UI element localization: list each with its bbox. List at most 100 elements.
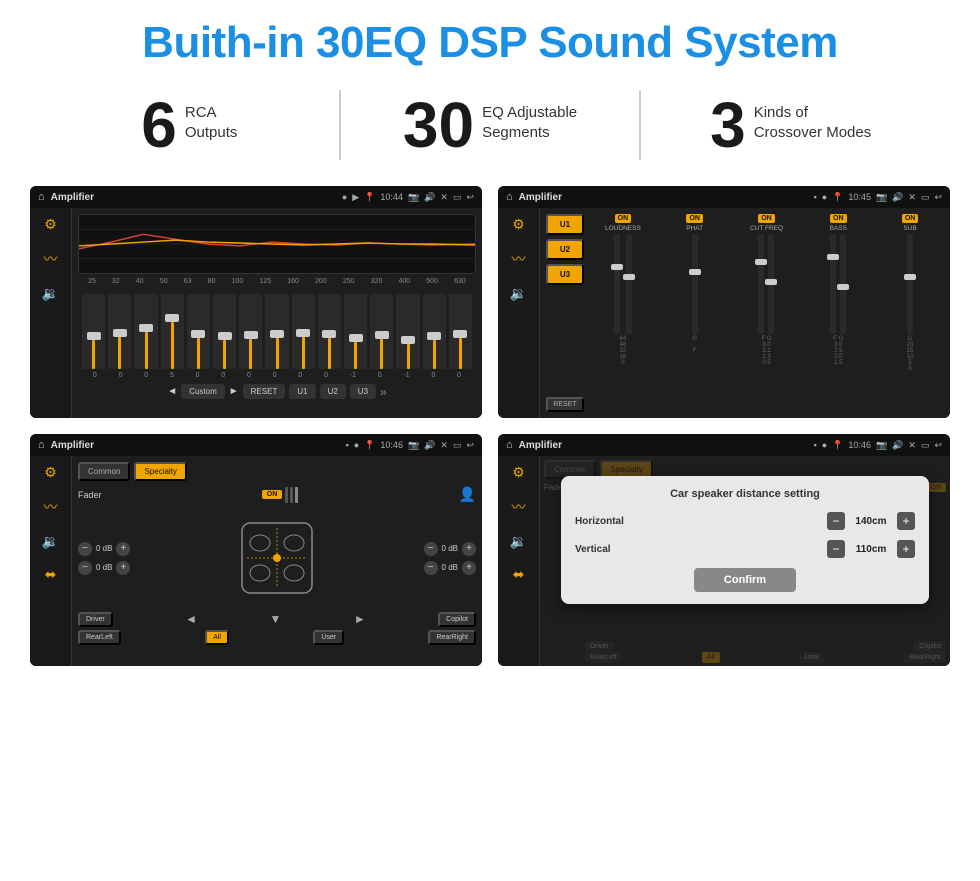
- crossover-u2-btn[interactable]: U2: [546, 239, 584, 260]
- eq-slider-1[interactable]: [108, 294, 131, 369]
- sub-slider[interactable]: [907, 234, 913, 334]
- eq-slider-0[interactable]: [82, 294, 105, 369]
- user-btn[interactable]: User: [313, 630, 344, 645]
- bass-slider-2[interactable]: [840, 234, 846, 334]
- cutfreq-slider-1[interactable]: [758, 234, 764, 334]
- fader-on-btn[interactable]: ON: [262, 490, 283, 499]
- crossover-back[interactable]: ↩: [934, 192, 942, 203]
- fader-arrow-icon[interactable]: ⬌: [45, 566, 57, 583]
- eq-slider-4[interactable]: [187, 294, 210, 369]
- eq-slider-7[interactable]: [265, 294, 288, 369]
- arrow-down-icon[interactable]: ▼: [269, 612, 281, 627]
- eq-main: 253240506380100125160200250320400500630 …: [72, 208, 482, 418]
- dialog-vertical-plus[interactable]: +: [897, 540, 915, 558]
- crossover-u3-btn[interactable]: U3: [546, 264, 584, 285]
- sub-on-btn[interactable]: ON: [902, 214, 919, 223]
- channel-sub: ON SUB G20151050: [876, 214, 944, 412]
- confirm-button[interactable]: Confirm: [694, 568, 796, 592]
- eq-slider-14[interactable]: [449, 294, 472, 369]
- crossover-vol-icon[interactable]: 🔉: [510, 285, 527, 302]
- eq-sidebar-wave-icon[interactable]: 〰: [44, 249, 58, 269]
- loudness-slider-2[interactable]: [626, 234, 632, 334]
- dialog-filter-icon[interactable]: ⚙: [512, 464, 525, 481]
- eq-slider-12[interactable]: [396, 294, 419, 369]
- loudness-on-btn[interactable]: ON: [615, 214, 632, 223]
- eq-reset-btn[interactable]: RESET: [243, 384, 286, 399]
- fader-tab-specialty[interactable]: Specialty: [134, 462, 186, 481]
- dialog-arrow-icon[interactable]: ⬌: [513, 566, 525, 583]
- db-plus-bl[interactable]: +: [116, 561, 130, 575]
- speaker-left-controls: − 0 dB + − 0 dB +: [78, 542, 130, 575]
- db-val-bl: 0 dB: [96, 563, 112, 572]
- db-minus-bl[interactable]: −: [78, 561, 92, 575]
- driver-btn[interactable]: Driver: [78, 612, 113, 627]
- eq-back-icon[interactable]: ↩: [466, 192, 474, 203]
- db-plus-tr[interactable]: +: [462, 542, 476, 556]
- eq-more-icon[interactable]: »: [380, 385, 387, 399]
- crossover-wave-icon[interactable]: 〰: [512, 249, 526, 269]
- eq-prev-icon[interactable]: ◄: [167, 386, 177, 397]
- eq-next-icon[interactable]: ►: [229, 386, 239, 397]
- arrow-left-icon[interactable]: ◄: [185, 612, 197, 627]
- eq-fill-9: [328, 338, 331, 369]
- eq-slider-5[interactable]: [213, 294, 236, 369]
- crossover-home-icon[interactable]: ⌂: [506, 191, 513, 203]
- db-minus-tr[interactable]: −: [424, 542, 438, 556]
- eq-slider-3[interactable]: [161, 294, 184, 369]
- eq-slider-10[interactable]: [344, 294, 367, 369]
- rearright-btn[interactable]: RearRight: [428, 630, 476, 645]
- fader-vol-icon[interactable]: 🔉: [42, 533, 59, 550]
- fader-tab-common[interactable]: Common: [78, 462, 130, 481]
- db-minus-tl[interactable]: −: [78, 542, 92, 556]
- crossover-filter-icon[interactable]: ⚙: [512, 216, 525, 233]
- bass-on-btn[interactable]: ON: [830, 214, 847, 223]
- dialog-horizontal-minus[interactable]: −: [827, 512, 845, 530]
- eq-slider-2[interactable]: [134, 294, 157, 369]
- eq-u3-btn[interactable]: U3: [350, 384, 376, 399]
- speaker-right-controls: − 0 dB + − 0 dB +: [424, 542, 476, 575]
- cutfreq-on-btn[interactable]: ON: [758, 214, 775, 223]
- dialog-back[interactable]: ↩: [934, 440, 942, 451]
- cutfreq-slider-2[interactable]: [768, 234, 774, 334]
- fader-time: 10:46: [380, 440, 403, 450]
- eq-slider-13[interactable]: [423, 294, 446, 369]
- eq-u1-btn[interactable]: U1: [289, 384, 315, 399]
- dialog-vertical-minus[interactable]: −: [827, 540, 845, 558]
- loudness-slider-1[interactable]: [614, 234, 620, 334]
- dialog-horizontal-plus[interactable]: +: [897, 512, 915, 530]
- stat-divider-2: [639, 90, 641, 160]
- home-icon[interactable]: ⌂: [38, 191, 45, 203]
- db-plus-tl[interactable]: +: [116, 542, 130, 556]
- dialog-x: ✕: [908, 440, 916, 451]
- eq-slider-9[interactable]: [318, 294, 341, 369]
- fader-home-icon[interactable]: ⌂: [38, 439, 45, 451]
- crossover-u1-btn[interactable]: U1: [546, 214, 584, 235]
- eq-custom-btn[interactable]: Custom: [181, 384, 225, 399]
- crossover-reset-btn[interactable]: RESET: [546, 397, 584, 412]
- eq-u2-btn[interactable]: U2: [320, 384, 346, 399]
- eq-sidebar-filter-icon[interactable]: ⚙: [44, 216, 57, 233]
- dialog-home-icon[interactable]: ⌂: [506, 439, 513, 451]
- all-btn[interactable]: All: [205, 630, 229, 645]
- db-minus-br[interactable]: −: [424, 561, 438, 575]
- dialog-location: 📍: [832, 440, 843, 451]
- phat-on-btn[interactable]: ON: [686, 214, 703, 223]
- eq-sidebar: ⚙ 〰 🔉: [30, 208, 72, 418]
- copilot-btn[interactable]: Copilot: [438, 612, 476, 627]
- eq-slider-8[interactable]: [292, 294, 315, 369]
- eq-sidebar-vol-icon[interactable]: 🔉: [42, 285, 59, 302]
- fader-filter-icon[interactable]: ⚙: [44, 464, 57, 481]
- fader-dot2: ●: [354, 440, 359, 450]
- eq-slider-11[interactable]: [370, 294, 393, 369]
- dialog-wave-icon[interactable]: 〰: [512, 497, 526, 517]
- phat-slider[interactable]: [692, 234, 698, 334]
- rearleft-btn[interactable]: RearLeft: [78, 630, 121, 645]
- eq-slider-6[interactable]: [239, 294, 262, 369]
- arrow-right-icon[interactable]: ►: [354, 612, 366, 627]
- dialog-vol-icon[interactable]: 🔉: [510, 533, 527, 550]
- dialog-screen: ⌂ Amplifier ▪ ● 📍 10:46 📷 🔊 ✕ ▭ ↩ ⚙ 〰 🔉 …: [498, 434, 950, 666]
- bass-slider-1[interactable]: [830, 234, 836, 334]
- db-plus-br[interactable]: +: [462, 561, 476, 575]
- fader-wave-icon[interactable]: 〰: [44, 497, 58, 517]
- fader-back[interactable]: ↩: [466, 440, 474, 451]
